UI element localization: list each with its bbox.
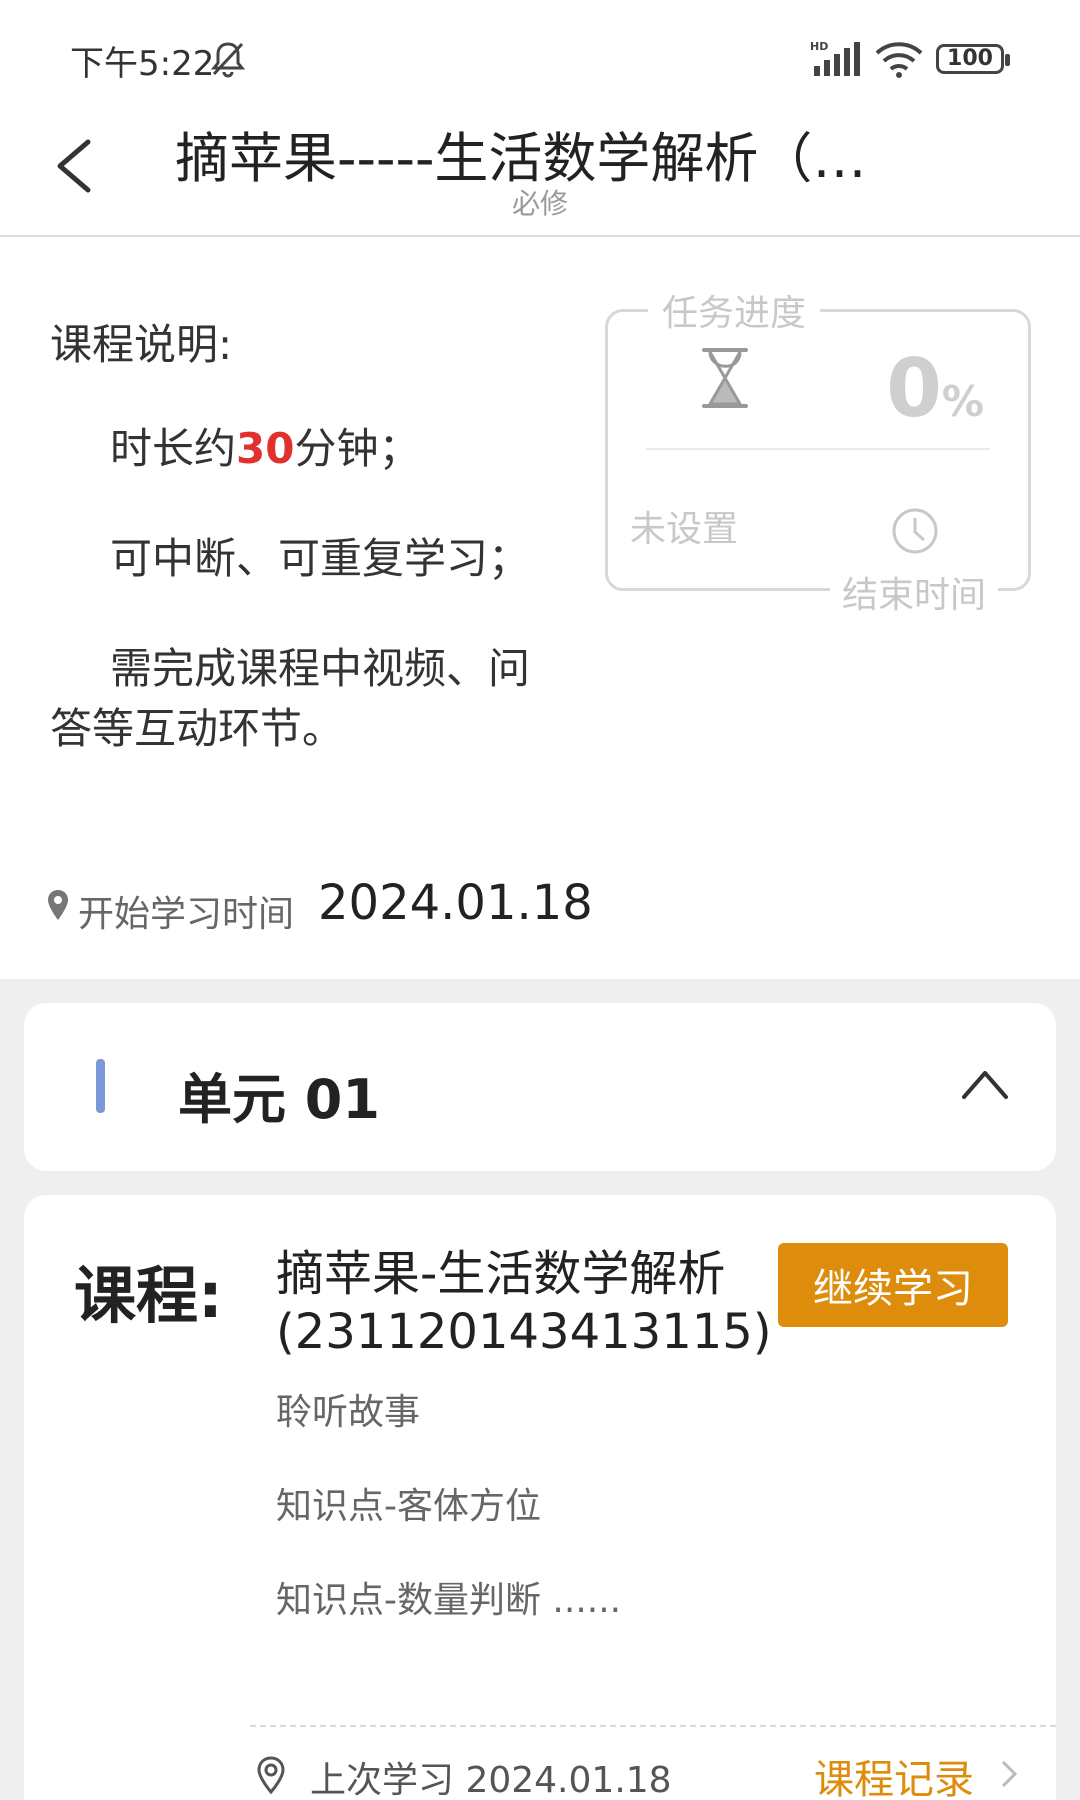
last-study-info: 上次学习 2024.01.18 [310,1760,672,1800]
continue-learning-button[interactable]: 继续学习 [778,1243,1008,1327]
unit-list: 单元 01 课程: 摘苹果-生活数学解析(231120143413115) 继续… [0,979,1080,1800]
duration-number: 30 [236,424,295,473]
duration-suffix: 分钟； [294,424,421,473]
start-time-label: 开始学习时间 [78,894,295,935]
lesson-item: 聆听故事 [276,1392,421,1433]
chevron-up-icon[interactable] [960,1067,1010,1101]
hourglass-icon [702,348,748,408]
end-time-label: 结束时间 [829,566,998,618]
description-repeat: 可中断、可重复学习； [110,534,531,583]
lesson-item: 知识点-客体方位 [276,1486,541,1527]
lesson-item: 知识点-数量判断 ...... [276,1580,622,1621]
network-type: HD [810,40,828,53]
duration-prefix: 时长约 [110,424,237,473]
status-time: 下午5:22 [70,44,215,84]
description-title: 课程说明: [50,320,233,369]
course-name: 摘苹果-生活数学解析(231120143413115) [276,1246,772,1360]
wifi-icon [875,42,923,78]
status-bar: 下午5:22 HD 100 [0,0,1080,100]
task-progress-card: 任务进度 0% 未设置 结束时间 [605,284,1031,618]
dashed-divider [250,1725,1056,1727]
course-record-link[interactable]: 课程记录 [814,1747,974,1800]
task-progress-label: 任务进度 [648,284,821,336]
course-intro: 课程说明: 时长约30分钟； 可中断、可重复学习； 需完成课程中视频、问答等互动… [0,239,1080,979]
start-time-value: 2024.01.18 [318,875,593,931]
signal-icon: HD [810,40,860,76]
battery-indicator: 100 [936,44,1010,74]
progress-percent: 0% [886,342,984,435]
description-requirement: 需完成课程中视频、问答等互动环节。 [50,644,531,753]
progress-unit: % [941,377,984,426]
unit-marker [96,1059,105,1113]
clock-icon [892,508,938,554]
progress-value: 0 [886,342,942,435]
end-time-value: 未设置 [630,509,739,550]
location-pin-icon [257,1756,285,1795]
location-pin-icon [48,890,68,920]
header: 摘苹果-----生活数学解析（必修） 必修 [0,100,1080,237]
unit-title: 单元 01 [178,1068,380,1131]
chevron-right-icon[interactable] [1000,1759,1018,1789]
course-label: 课程: [74,1259,223,1332]
page-subtitle: 必修 [511,187,568,220]
card-divider [646,448,990,450]
course-card: 课程: 摘苹果-生活数学解析(231120143413115) 继续学习 聆听故… [24,1195,1056,1800]
unit-header[interactable]: 单元 01 [24,1003,1056,1171]
description-duration: 时长约30分钟； [50,419,540,479]
bell-off-icon [210,42,246,78]
